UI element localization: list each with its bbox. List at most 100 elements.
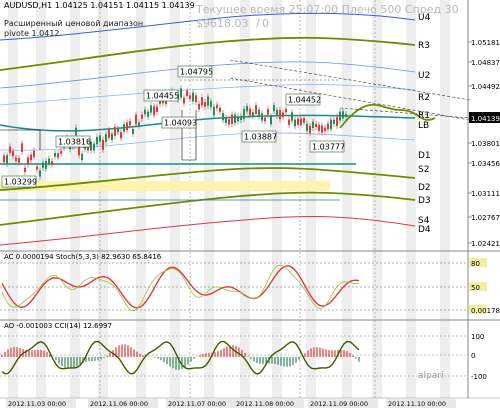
candle-body bbox=[138, 122, 140, 126]
candle-body bbox=[318, 124, 320, 131]
price-tick: 1.04837 bbox=[471, 59, 500, 67]
candle-body bbox=[33, 150, 35, 158]
candle-body bbox=[12, 151, 14, 157]
price-label-text: 1.03887 bbox=[244, 133, 277, 142]
candle-body bbox=[324, 127, 326, 132]
candle-body bbox=[243, 109, 245, 119]
candle-body bbox=[306, 123, 308, 131]
candle-body bbox=[327, 123, 329, 130]
time-label: 2012.11.06 00:00 bbox=[90, 400, 148, 408]
session-shade bbox=[36, 0, 46, 398]
price-tick: 1.02767 bbox=[471, 214, 500, 222]
time-label: 2012.11.08 00:00 bbox=[236, 400, 294, 408]
chart-canvas[interactable]: 1.03299 1.03816 1.04093 1.04455 1.04795 1.038… bbox=[0, 0, 500, 408]
candle-body bbox=[204, 102, 206, 107]
level-label: R1 bbox=[418, 111, 430, 121]
price-label-text: 1.03777 bbox=[312, 143, 345, 152]
candle-body bbox=[270, 116, 272, 125]
price-tick: 1.03456 bbox=[471, 160, 500, 168]
stoch-tick: 50 bbox=[471, 284, 480, 292]
candle-body bbox=[336, 117, 338, 126]
candle-body bbox=[126, 122, 128, 131]
candle-body bbox=[27, 157, 29, 165]
time-label: 2012.11.03 00:00 bbox=[8, 400, 66, 408]
candle-body bbox=[132, 128, 134, 135]
candle-body bbox=[102, 140, 104, 150]
candle-body bbox=[237, 116, 239, 122]
candle-body bbox=[345, 113, 347, 117]
candle-body bbox=[273, 104, 275, 112]
candle-body bbox=[228, 119, 230, 125]
candle-body bbox=[6, 155, 8, 165]
candle-body bbox=[249, 108, 251, 116]
candle-body bbox=[309, 125, 311, 134]
candle-body bbox=[108, 129, 110, 138]
candle-body bbox=[120, 132, 122, 139]
level-label: D2 bbox=[418, 183, 431, 193]
candle-body bbox=[60, 150, 62, 154]
session-shade bbox=[440, 0, 450, 398]
session-shade bbox=[306, 0, 316, 398]
candle-body bbox=[333, 119, 335, 124]
candle-body bbox=[258, 109, 260, 117]
session-shade bbox=[240, 0, 250, 398]
candle-body bbox=[156, 106, 158, 113]
candle-body bbox=[123, 124, 125, 132]
candle-body bbox=[9, 146, 11, 153]
session-shade bbox=[98, 0, 108, 398]
candle-body bbox=[222, 113, 224, 121]
candle-body bbox=[36, 166, 38, 170]
profit-value: 0 bbox=[262, 17, 269, 30]
candle-body bbox=[300, 118, 302, 125]
candle-body bbox=[231, 114, 233, 124]
candle-body bbox=[153, 106, 155, 116]
candle-body bbox=[207, 96, 209, 106]
candle-body bbox=[18, 158, 20, 163]
broker-logo: alpari bbox=[418, 371, 444, 381]
session-shade bbox=[342, 0, 352, 398]
stoch-label: AC 0.0000194 Stoch(5,3,3) 82.9630 65.841… bbox=[4, 253, 162, 261]
level-label: D4 bbox=[418, 225, 431, 235]
candle-body bbox=[198, 103, 200, 110]
level-label: D3 bbox=[418, 196, 431, 206]
price-tick: 1.03111 bbox=[471, 190, 500, 198]
candle-body bbox=[210, 101, 212, 107]
candle-body bbox=[15, 157, 17, 162]
candle-body bbox=[135, 114, 137, 125]
candle-body bbox=[201, 97, 203, 106]
candle-body bbox=[288, 119, 290, 125]
candle-body bbox=[21, 143, 23, 152]
candle-body bbox=[246, 106, 248, 112]
candle-body bbox=[264, 117, 266, 122]
price-label-text: 1.03299 bbox=[4, 178, 37, 187]
candle-body bbox=[189, 95, 191, 100]
candle-body bbox=[183, 97, 185, 104]
candle-body bbox=[105, 134, 107, 142]
price-label-text: 1.04452 bbox=[288, 96, 321, 105]
candle-body bbox=[141, 114, 143, 119]
candle-body bbox=[3, 155, 5, 163]
candle-body bbox=[111, 133, 113, 141]
candle-body bbox=[279, 109, 281, 120]
candle-body bbox=[225, 118, 227, 124]
time-label: 2012.11.09 00:00 bbox=[310, 400, 368, 408]
candle-body bbox=[39, 170, 41, 177]
candle-body bbox=[48, 158, 50, 164]
candle-body bbox=[315, 123, 317, 127]
candle-body bbox=[96, 136, 98, 145]
candle-body bbox=[24, 167, 26, 172]
price-axis: 1.05181 1.04837 1.04492 1.04139 1.03801 1.034… bbox=[468, 39, 500, 248]
candle-body bbox=[75, 127, 77, 136]
level-label: R3 bbox=[418, 41, 430, 51]
session-shade bbox=[272, 0, 282, 398]
price-label-text: 1.04093 bbox=[164, 119, 197, 128]
candle-body bbox=[147, 111, 149, 117]
price-label-text: 1.04455 bbox=[146, 92, 179, 101]
candle-body bbox=[186, 90, 188, 97]
time-axis: 2012.11.03 00:00 2012.11.06 00:00 2012.11.… bbox=[0, 397, 500, 408]
level-label: R2 bbox=[418, 93, 430, 103]
session-shade bbox=[136, 0, 146, 398]
time-label: 2012.11.10 00:00 bbox=[388, 400, 446, 408]
candle-body bbox=[240, 116, 242, 120]
stoch-tick: 0.00178 bbox=[471, 307, 500, 315]
